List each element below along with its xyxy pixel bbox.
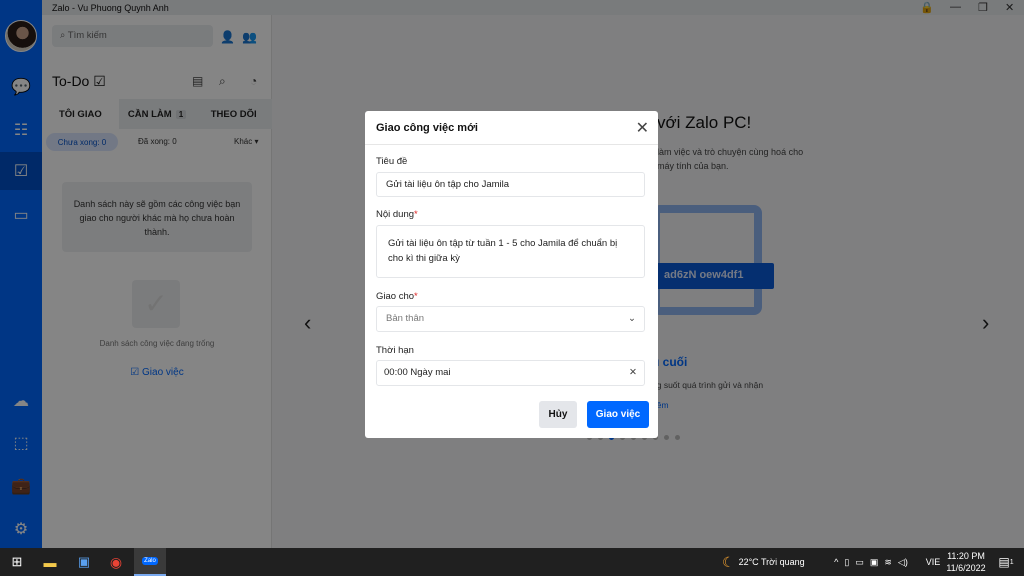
volume-icon[interactable]: ◁) bbox=[898, 557, 908, 568]
deadline-input[interactable]: 00:00 Ngày mai ✕ bbox=[376, 360, 645, 386]
content-label-text: Nội dung bbox=[376, 209, 415, 220]
content-label: Nội dung* bbox=[376, 209, 418, 220]
zalo-taskbar-icon[interactable]: Zalo bbox=[134, 548, 166, 576]
title-label: Tiêu đề bbox=[376, 156, 408, 167]
assignee-select[interactable]: Bản thân ⌄ bbox=[376, 306, 645, 332]
dialog-title: Giao công việc mới bbox=[365, 111, 658, 145]
cancel-button[interactable]: Hủy bbox=[539, 401, 577, 428]
windows-start-icon[interactable]: ⊞ bbox=[4, 548, 30, 576]
title-input[interactable]: Gửi tài liệu ôn tập cho Jamila bbox=[376, 172, 645, 197]
assign-task-button[interactable]: Giao việc bbox=[587, 401, 649, 428]
clear-icon[interactable]: ✕ bbox=[629, 361, 637, 385]
mic-icon[interactable]: ▯ bbox=[844, 557, 849, 568]
assignee-label: Giao cho* bbox=[376, 291, 418, 302]
language-indicator[interactable]: VIE bbox=[922, 548, 944, 576]
time: 11:20 PM bbox=[947, 551, 985, 561]
app-icon[interactable]: ▣ bbox=[870, 557, 879, 568]
system-tray[interactable]: ^ ▯ ▭ ▣ ≋ ◁) bbox=[826, 548, 916, 576]
weather-widget[interactable]: ☾ 22°C Trời quang bbox=[722, 548, 822, 576]
weather-text: 22°C Trời quang bbox=[738, 557, 805, 567]
notification-count: 1 bbox=[1009, 558, 1014, 566]
notification-icon[interactable]: ▤ 1 bbox=[994, 548, 1018, 576]
required-mark: * bbox=[414, 291, 418, 302]
battery-icon[interactable]: ▭ bbox=[855, 557, 864, 568]
chrome-icon[interactable]: ◉ bbox=[104, 548, 128, 576]
wifi-icon[interactable]: ≋ bbox=[884, 557, 892, 568]
assignee-value: Bản thân bbox=[386, 313, 425, 324]
assignee-label-text: Giao cho bbox=[376, 291, 415, 302]
new-task-dialog: Giao công việc mới ✕ Tiêu đề Gửi tài liệ… bbox=[365, 111, 658, 438]
close-icon[interactable]: ✕ bbox=[636, 118, 649, 138]
date: 11/6/2022 bbox=[946, 563, 986, 573]
taskbar: ⊞ ▬ ▣ ◉ Zalo ☾ 22°C Trời quang ^ ▯ ▭ ▣ ≋ ◁) VI… bbox=[0, 548, 1024, 576]
store-icon[interactable]: ▣ bbox=[72, 548, 96, 576]
content-textarea[interactable]: Gửi tài liệu ôn tập từ tuần 1 - 5 cho Ja… bbox=[376, 225, 645, 278]
clock[interactable]: 11:20 PM 11/6/2022 bbox=[946, 548, 986, 576]
file-explorer-icon[interactable]: ▬ bbox=[38, 548, 62, 576]
chevron-down-icon: ⌄ bbox=[628, 313, 636, 324]
deadline-value: 00:00 Ngày mai bbox=[384, 367, 451, 378]
moon-icon: ☾ bbox=[722, 553, 735, 570]
deadline-label: Thời hạn bbox=[376, 345, 414, 356]
required-mark: * bbox=[414, 209, 418, 220]
chevron-up-icon[interactable]: ^ bbox=[834, 557, 838, 567]
